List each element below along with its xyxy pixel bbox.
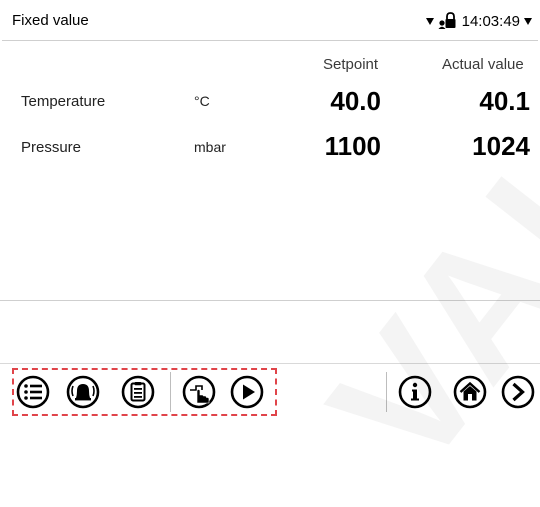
pressure-actual: 1024 <box>472 131 530 161</box>
setpoint-column-header: Setpoint <box>323 56 379 73</box>
watermark-text: VALUE DE <box>290 0 540 507</box>
next-arrow-icon[interactable] <box>500 374 536 410</box>
toolbar-separator-right <box>386 372 387 412</box>
user-lock-icon[interactable] <box>438 12 458 30</box>
clipboard-icon[interactable] <box>120 374 156 410</box>
header-status: 14:03:49 <box>425 10 532 32</box>
content-divider <box>0 300 540 301</box>
pressure-setpoint[interactable]: 1100 <box>325 131 381 162</box>
pressure-unit: mbar <box>194 139 226 155</box>
toolbar-divider <box>0 363 540 364</box>
alarm-bell-icon[interactable] <box>65 374 101 410</box>
temperature-setpoint[interactable]: 40.0 <box>330 86 381 117</box>
home-icon[interactable] <box>452 374 488 410</box>
header-bar: Fixed value 14:03:49 <box>2 1 538 41</box>
actual-column-header: Actual value <box>442 56 524 73</box>
manual-hand-icon[interactable] <box>181 374 217 410</box>
toolbar-separator <box>170 372 171 412</box>
pressure-label: Pressure <box>21 139 82 156</box>
play-icon[interactable] <box>229 374 265 410</box>
controller-screen: Fixed value 14:03:49 Setpoint Actual val… <box>0 0 540 506</box>
page-title: Fixed value <box>12 12 89 29</box>
temperature-unit: °C <box>194 93 210 109</box>
info-icon[interactable] <box>397 374 433 410</box>
dropdown-triangle-icon[interactable] <box>425 17 434 25</box>
menu-list-icon[interactable] <box>15 374 51 410</box>
temperature-label: Temperature <box>21 93 106 110</box>
clock-time: 14:03:49 <box>461 12 520 30</box>
temperature-actual: 40.1 <box>479 86 530 116</box>
chevron-down-icon[interactable] <box>524 17 532 25</box>
